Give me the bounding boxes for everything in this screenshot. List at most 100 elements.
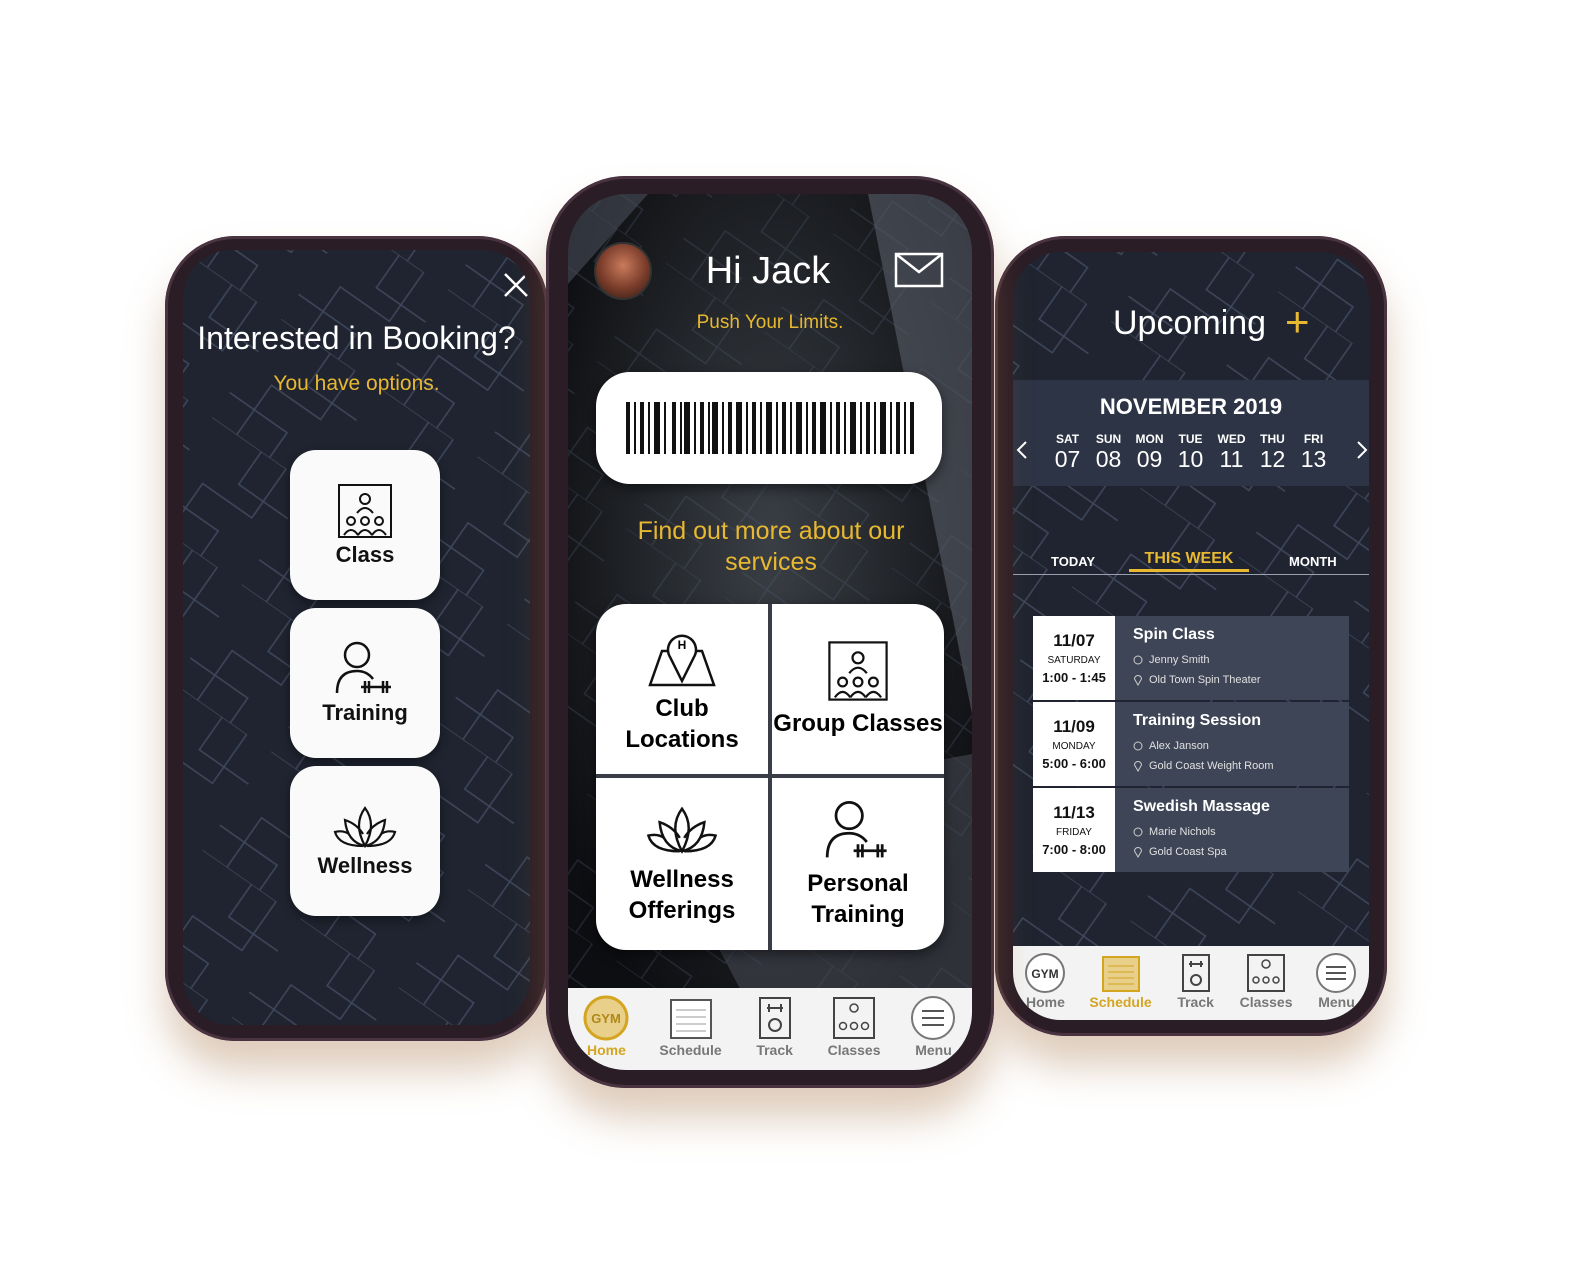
nav-menu[interactable]: Menu: [909, 994, 957, 1058]
person-icon: [1133, 827, 1143, 837]
phone-booking: Interested in Booking? You have options.…: [165, 236, 548, 1041]
menu-icon: [911, 996, 956, 1040]
service-label: Group Classes: [773, 710, 943, 738]
add-event-button[interactable]: +: [1285, 298, 1310, 346]
services-grid: H Club Locations Group Classes Wellness …: [596, 604, 944, 950]
nav-home[interactable]: GYM Home: [1024, 952, 1066, 1010]
upcoming-screen: Upcoming + NOVEMBER 2019 SAT 07 SUN 08 MON…: [1013, 252, 1369, 1020]
event-date: 11/07: [1053, 631, 1095, 650]
messages-button[interactable]: [894, 252, 944, 288]
event-time: 1:00 - 1:45: [1042, 670, 1106, 685]
event-info: Spin Class Jenny Smith Old Town Spin The…: [1115, 616, 1349, 700]
tracker-icon: [758, 997, 791, 1039]
event-card[interactable]: 11/07 SATURDAY 1:00 - 1:45 Spin Class Je…: [1033, 616, 1349, 700]
event-location: Gold Coast Spa: [1149, 846, 1227, 858]
booking-subtitle: You have options.: [273, 372, 440, 395]
calendar-icon: [669, 999, 712, 1039]
event-card[interactable]: 11/13 FRIDAY 7:00 - 8:00 Swedish Massage…: [1033, 788, 1349, 872]
tracker-icon: [1181, 954, 1210, 992]
nav-menu[interactable]: Menu: [1315, 952, 1357, 1010]
event-person: Alex Janson: [1149, 740, 1209, 752]
nav-schedule[interactable]: Schedule: [659, 994, 722, 1058]
option-class[interactable]: Class: [290, 450, 440, 600]
service-group-classes[interactable]: Group Classes: [772, 604, 944, 774]
service-label: Personal Training: [807, 869, 909, 928]
event-title: Swedish Massage: [1133, 798, 1270, 815]
location-pin-icon: [1133, 675, 1143, 686]
option-class-label: Class: [335, 541, 395, 567]
upcoming-title: Upcoming: [1113, 304, 1267, 342]
phone-home: Hi Jack Push Your Limits. Find out more …: [546, 176, 994, 1088]
event-info: Training Session Alex Janson Gold Coast …: [1115, 702, 1349, 786]
tab-month[interactable]: MONTH: [1289, 554, 1337, 569]
calendar-day[interactable]: THU 12: [1252, 432, 1293, 473]
class-icon: [1247, 954, 1286, 992]
greeting: Hi Jack: [705, 250, 831, 292]
map-pin-icon: H: [648, 634, 716, 687]
event-person-line: Jenny Smith: [1133, 654, 1210, 666]
close-button[interactable]: [501, 270, 530, 300]
class-icon: [338, 483, 392, 538]
event-card[interactable]: 11/09 MONDAY 5:00 - 6:00 Training Sessio…: [1033, 702, 1349, 786]
tagline: Push Your Limits.: [696, 312, 844, 333]
member-barcode-card[interactable]: [596, 372, 942, 484]
nav-track[interactable]: Track: [751, 994, 799, 1058]
barcode-icon: [626, 402, 914, 454]
service-label: Wellness Offerings: [628, 865, 736, 924]
mail-icon: [894, 252, 944, 288]
trainer-icon: [335, 641, 391, 693]
tab-this-week[interactable]: THIS WEEK: [1129, 550, 1249, 572]
calendar-day[interactable]: SAT 07: [1047, 432, 1088, 473]
calendar-day[interactable]: WED 11: [1211, 432, 1252, 473]
calendar-month: NOVEMBER 2019: [1099, 394, 1283, 419]
calendar-day[interactable]: FRI 13: [1293, 432, 1334, 473]
calendar-day[interactable]: TUE 10: [1170, 432, 1211, 473]
event-time: 5:00 - 6:00: [1042, 756, 1106, 771]
class-icon: [833, 997, 876, 1039]
lotus-icon: [333, 805, 397, 849]
bottom-nav: GYM Home Schedule Track Classes Menu: [1013, 946, 1369, 1020]
service-club-locations[interactable]: H Club Locations: [596, 604, 768, 774]
event-person-line: Marie Nichols: [1133, 826, 1216, 838]
nav-schedule[interactable]: Schedule: [1089, 952, 1152, 1010]
event-person-line: Alex Janson: [1133, 740, 1209, 752]
nav-home[interactable]: GYM Home: [582, 994, 630, 1058]
option-training[interactable]: Training: [290, 608, 440, 758]
service-personal-training[interactable]: Personal Training: [772, 778, 944, 950]
calendar-day[interactable]: MON 09: [1129, 432, 1170, 473]
prev-week-button[interactable]: [1015, 438, 1031, 462]
svg-text:H: H: [678, 638, 687, 652]
calendar-day[interactable]: SUN 08: [1088, 432, 1129, 473]
calendar-days: SAT 07 SUN 08 MON 09 TUE 10 WED 11 THU 12 FRI 1…: [1047, 432, 1334, 473]
location-pin-icon: [1133, 847, 1143, 858]
menu-icon: [1316, 953, 1357, 993]
chevron-right-icon: [1357, 441, 1368, 459]
calendar-icon: [1101, 956, 1140, 992]
nav-classes[interactable]: Classes: [1240, 952, 1293, 1010]
bottom-nav: GYM Home Schedule Track Classes Menu: [568, 988, 972, 1070]
event-location-line: Old Town Spin Theater: [1133, 674, 1261, 686]
event-date-block: 11/09 MONDAY 5:00 - 6:00: [1033, 702, 1115, 786]
nav-classes[interactable]: Classes: [828, 994, 881, 1058]
view-tabs: TODAY THIS WEEK MONTH: [1013, 550, 1369, 575]
class-icon: [828, 641, 888, 702]
svg-text:GYM: GYM: [592, 1011, 622, 1026]
event-location: Gold Coast Weight Room: [1149, 760, 1274, 772]
tab-today[interactable]: TODAY: [1051, 554, 1095, 569]
event-weekday: MONDAY: [1052, 741, 1096, 752]
booking-title: Interested in Booking?: [197, 320, 516, 356]
service-wellness-offerings[interactable]: Wellness Offerings: [596, 778, 768, 950]
event-location: Old Town Spin Theater: [1149, 674, 1261, 686]
next-week-button[interactable]: [1355, 438, 1369, 462]
event-title: Training Session: [1133, 712, 1262, 729]
option-wellness[interactable]: Wellness: [290, 766, 440, 916]
service-label: Club Locations: [625, 694, 739, 753]
avatar[interactable]: [594, 242, 652, 300]
home-screen: Hi Jack Push Your Limits. Find out more …: [568, 194, 972, 1070]
person-icon: [1133, 741, 1143, 751]
phone-upcoming: Upcoming + NOVEMBER 2019 SAT 07 SUN 08 MON…: [995, 236, 1387, 1036]
event-time: 7:00 - 8:00: [1042, 842, 1106, 857]
trainer-icon: [825, 800, 887, 858]
booking-screen: Interested in Booking? You have options.…: [183, 250, 530, 1025]
nav-track[interactable]: Track: [1175, 952, 1217, 1010]
